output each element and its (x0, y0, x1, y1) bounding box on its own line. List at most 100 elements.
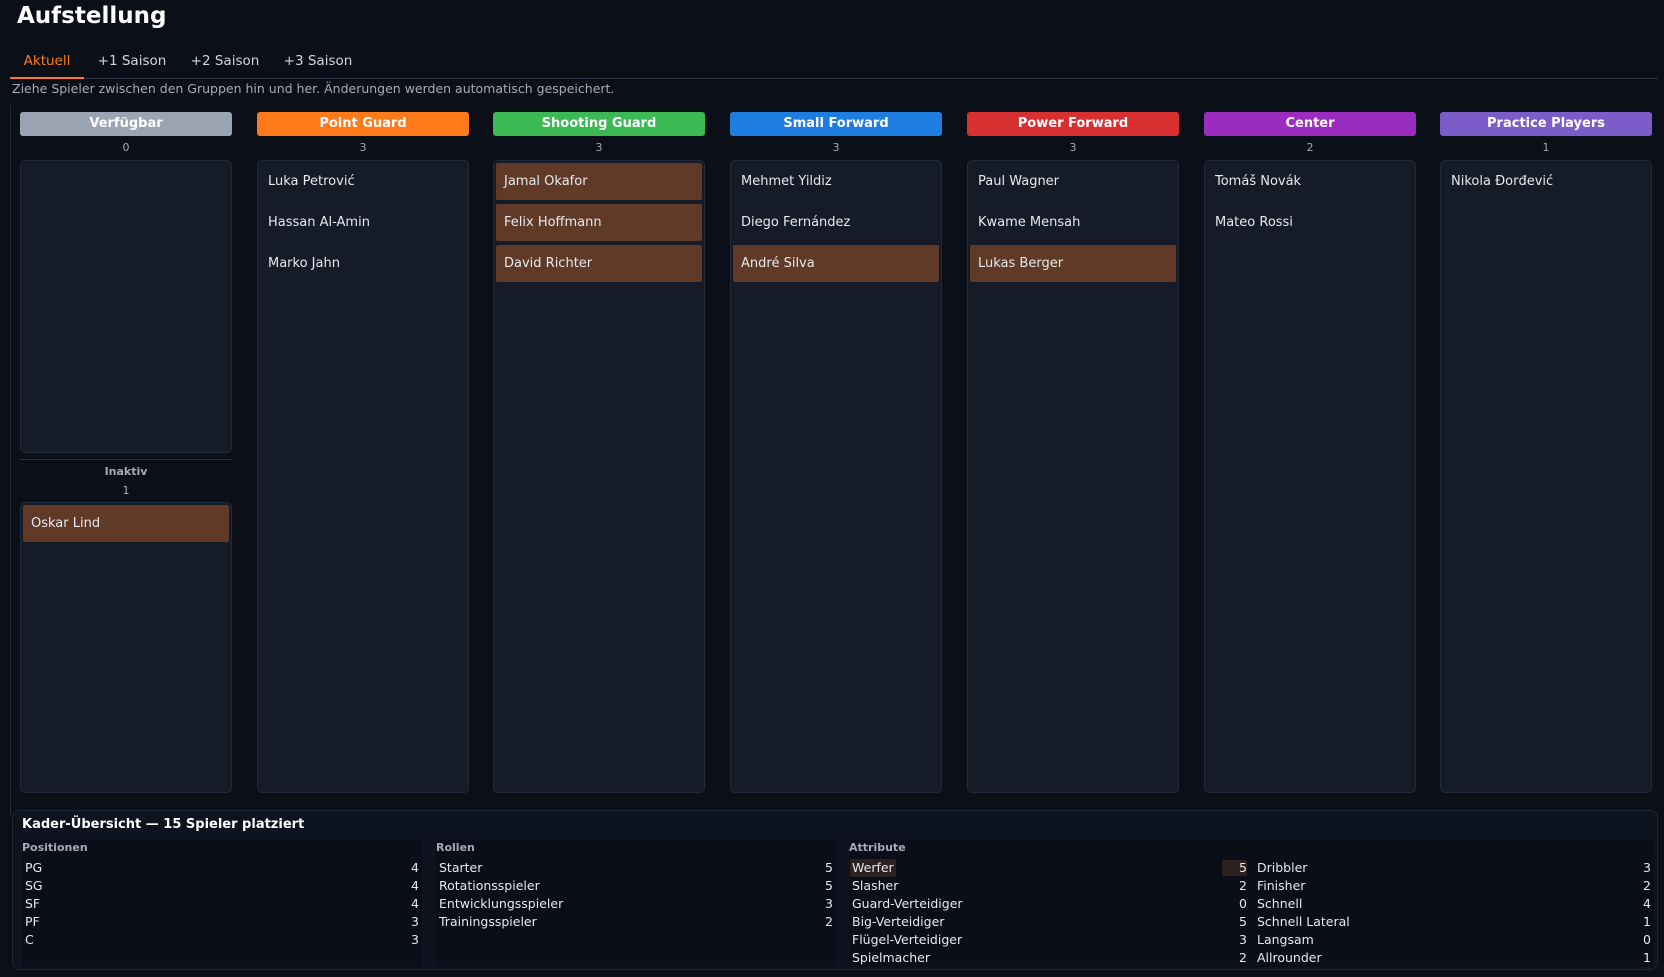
player-card[interactable]: Mehmet Yildiz (733, 163, 939, 200)
player-card[interactable]: Jamal Okafor (496, 163, 702, 200)
stat-value: 3 (825, 896, 833, 911)
player-card[interactable]: Tomáš Novák (1207, 163, 1413, 200)
column-header[interactable]: Power Forward (967, 112, 1179, 136)
stat-value: 2 (1643, 878, 1651, 893)
stat-label: Finisher (1257, 878, 1306, 893)
stat-value: 5 (1239, 860, 1247, 875)
dropzone-shooting-guard[interactable]: Jamal Okafor Felix Hoffmann David Richte… (493, 160, 705, 793)
player-card[interactable]: Hassan Al-Amin (260, 204, 466, 241)
stat-row: Allrounder 1 (1257, 949, 1651, 967)
stat-row: Schnell 4 (1257, 895, 1651, 913)
attributes-panel: Attribute Werfer 5 Slasher 2 Guard-Verteid… (849, 839, 1654, 967)
player-card[interactable]: Diego Fernández (733, 204, 939, 241)
stat-label: C (25, 932, 34, 947)
column-header[interactable]: Small Forward (730, 112, 942, 136)
stat-value: 4 (1643, 896, 1651, 911)
stat-row: Flügel-Verteidiger 3 (852, 931, 1247, 949)
stat-row: Guard-Verteidiger 0 (852, 895, 1247, 913)
stat-label: Flügel-Verteidiger (852, 932, 963, 947)
stat-label: SG (25, 878, 43, 893)
stat-row: Starter 5 (439, 859, 833, 877)
stat-label: Starter (439, 860, 483, 875)
column-header[interactable]: Point Guard (257, 112, 469, 136)
stat-row: SG 4 (25, 877, 419, 895)
inactive-count: 1 (122, 484, 130, 497)
dropzone-small-forward[interactable]: Mehmet Yildiz Diego Fernández André Silv… (730, 160, 942, 793)
stat-label: Slasher (852, 878, 899, 893)
panel-label: Rollen (436, 841, 475, 854)
stat-row: PG 4 (25, 859, 419, 877)
stat-label: Spielmacher (852, 950, 930, 965)
dropzone-power-forward[interactable]: Paul Wagner Kwame Mensah Lukas Berger (967, 160, 1179, 793)
stat-label: Schnell Lateral (1257, 914, 1350, 929)
stat-row: Langsam 0 (1257, 931, 1651, 949)
column-count: 1 (1542, 141, 1550, 154)
stat-label: Entwicklungsspieler (439, 896, 564, 911)
stat-label: Schnell (1257, 896, 1303, 911)
stat-value: 2 (1239, 950, 1247, 965)
dropzone-practice-players[interactable]: Nikola Đorđević (1440, 160, 1652, 793)
player-card[interactable]: André Silva (733, 245, 939, 282)
column-point-guard: Point Guard 3 Luka Petrović Hassan Al-Am… (257, 112, 469, 793)
player-card[interactable]: Marko Jahn (260, 245, 466, 282)
column-practice-players: Practice Players 1 Nikola Đorđević (1440, 112, 1652, 793)
stat-row: Spielmacher 2 (852, 949, 1247, 967)
stat-row: C3 (25, 931, 419, 949)
dropzone-point-guard[interactable]: Luka Petrović Hassan Al-Amin Marko Jahn (257, 160, 469, 793)
tab-plus-1-saison[interactable]: +1 Saison (94, 48, 170, 79)
tab-plus-2-saison[interactable]: +2 Saison (187, 48, 263, 79)
player-card[interactable]: Felix Hoffmann (496, 204, 702, 241)
stat-row: Finisher 2 (1257, 877, 1651, 895)
player-card[interactable]: Oskar Lind (23, 505, 229, 542)
dropzone-inaktiv[interactable]: Oskar Lind (20, 502, 232, 793)
player-card[interactable]: David Richter (496, 245, 702, 282)
stat-value: 3 (411, 932, 419, 947)
stat-value: 4 (411, 896, 419, 911)
stat-row: SF 4 (25, 895, 419, 913)
player-card[interactable]: Mateo Rossi (1207, 204, 1413, 241)
player-card[interactable]: Lukas Berger (970, 245, 1176, 282)
dropzone-center[interactable]: Tomáš Novák Mateo Rossi (1204, 160, 1416, 793)
column-header[interactable]: Practice Players (1440, 112, 1652, 136)
stat-value: 3 (411, 914, 419, 929)
positions-panel: Positionen PG 4 SG 4 SF 4 PF 3 C3 (22, 839, 422, 967)
column-count: 3 (832, 141, 840, 154)
panel-label: Attribute (849, 841, 906, 854)
column-count: 3 (595, 141, 603, 154)
column-header[interactable]: Center (1204, 112, 1416, 136)
stat-value: 0 (1643, 932, 1651, 947)
player-card[interactable]: Nikola Đorđević (1443, 163, 1649, 200)
stat-label: Guard-Verteidiger (852, 896, 963, 911)
stat-value: 3 (1239, 932, 1247, 947)
stat-label: PG (25, 860, 43, 875)
tab-aktuell[interactable]: Aktuell (10, 48, 84, 79)
column-count: 0 (122, 141, 130, 154)
stat-row: Rotationsspieler 5 (439, 877, 833, 895)
roster-summary: Kader-Übersicht — 15 Spieler platziert P… (12, 810, 1658, 970)
stat-row: Werfer 5 (850, 859, 1247, 877)
drag-hint: Ziehe Spieler zwischen den Gruppen hin u… (12, 81, 615, 96)
column-header[interactable]: Shooting Guard (493, 112, 705, 136)
dropzone-verfuegbar[interactable] (20, 160, 232, 453)
column-header[interactable]: Verfügbar (20, 112, 232, 136)
summary-title: Kader-Übersicht — 15 Spieler platziert (22, 817, 305, 832)
attributes-left: Werfer 5 Slasher 2 Guard-Verteidiger 0 Big-… (850, 859, 1247, 967)
stat-value: 3 (1643, 860, 1651, 875)
tab-plus-3-saison[interactable]: +3 Saison (280, 48, 356, 79)
stat-label: SF (25, 896, 41, 911)
stat-value: 0 (1239, 896, 1247, 911)
player-card[interactable]: Luka Petrović (260, 163, 466, 200)
page-title: Aufstellung (17, 3, 167, 29)
lineup-page: Aufstellung Aktuell +1 Saison +2 Saison … (0, 0, 1664, 977)
column-shooting-guard: Shooting Guard 3 Jamal Okafor Felix Hoff… (493, 112, 705, 793)
column-small-forward: Small Forward 3 Mehmet Yildiz Diego Fern… (730, 112, 942, 793)
player-card[interactable]: Kwame Mensah (970, 204, 1176, 241)
stat-label: PF (25, 914, 40, 929)
stat-value: 2 (1239, 878, 1247, 893)
stat-label: Trainingsspieler (439, 914, 537, 929)
column-count: 3 (1069, 141, 1077, 154)
column-count: 2 (1306, 141, 1314, 154)
inactive-label: Inaktiv (104, 465, 148, 478)
stat-value: 5 (825, 878, 833, 893)
player-card[interactable]: Paul Wagner (970, 163, 1176, 200)
